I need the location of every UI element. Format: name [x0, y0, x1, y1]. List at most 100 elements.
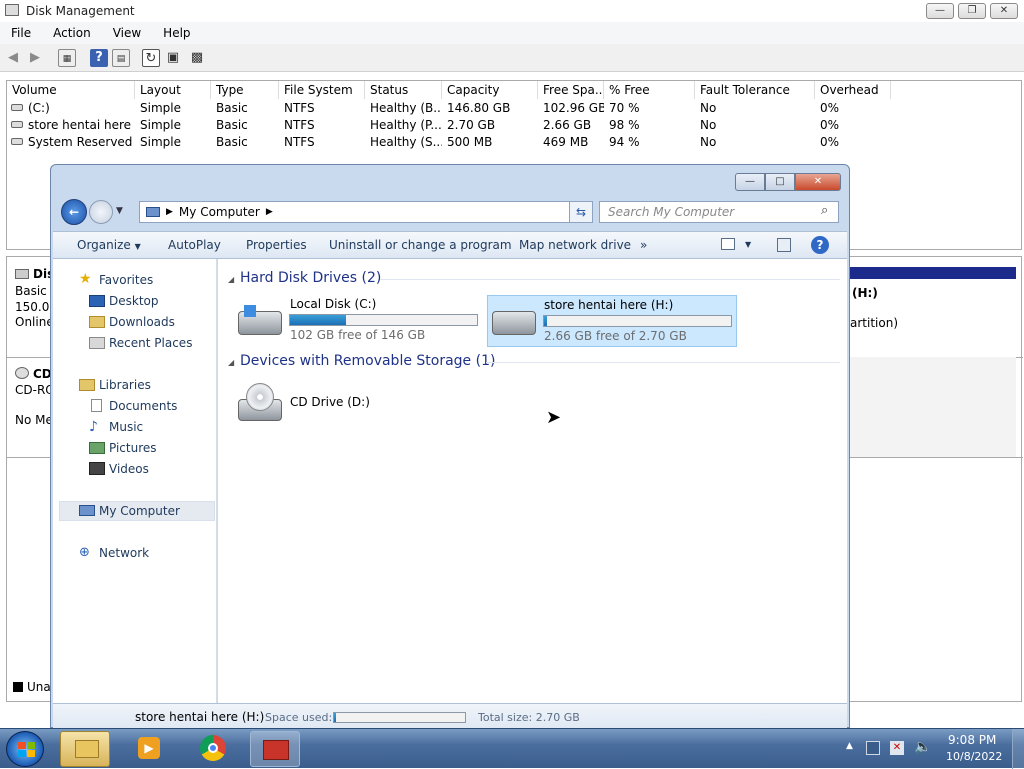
column-header-layout[interactable]: Layout — [135, 81, 211, 99]
breadcrumb-my-computer[interactable]: My Computer — [179, 205, 260, 219]
disk0-status: Online — [15, 315, 54, 329]
column-header-capacity[interactable]: Capacity — [442, 81, 538, 99]
properties-button[interactable]: Properties — [246, 238, 307, 252]
help-icon[interactable]: ? — [811, 236, 829, 254]
network-tray-icon[interactable] — [866, 741, 880, 755]
windows-logo-icon — [244, 305, 256, 317]
view-dropdown-icon[interactable]: ▼ — [745, 240, 751, 249]
documents-icon — [91, 399, 102, 412]
show-hidden-icons[interactable]: ▲ — [846, 741, 853, 751]
nav-music[interactable]: ♪ Music — [89, 417, 143, 437]
chevron-down-icon: ▼ — [134, 242, 141, 251]
column-header-overhead[interactable]: Overhead — [815, 81, 891, 99]
breadcrumb-arrow-icon[interactable]: ▶ — [266, 207, 273, 217]
drive-usage-bar — [289, 314, 478, 326]
nav-recent-places[interactable]: Recent Places — [89, 333, 192, 353]
column-header-type[interactable]: Type — [211, 81, 279, 99]
nav-videos[interactable]: Videos — [89, 459, 149, 479]
column-header-volume[interactable]: Volume — [7, 81, 135, 99]
nav-label: Documents — [109, 399, 178, 413]
cell-volume: (C:) — [28, 101, 50, 115]
properties-icon[interactable]: ▤ — [112, 49, 130, 67]
close-button[interactable]: ✕ — [990, 3, 1018, 19]
drive-item-h[interactable]: store hentai here (H:) 2.66 GB free of 2… — [487, 295, 737, 347]
rescan-icon[interactable]: ▣ — [164, 49, 182, 67]
downloads-folder-icon — [89, 316, 105, 328]
cell-percent-free: 94 % — [609, 135, 640, 149]
nav-documents[interactable]: Documents — [89, 396, 177, 416]
taskbar-explorer[interactable] — [60, 731, 110, 767]
uninstall-program-button[interactable]: Uninstall or change a program — [329, 238, 512, 252]
organize-button[interactable]: Organize ▼ — [77, 238, 141, 252]
cell-free-space: 102.96 GB — [543, 101, 604, 115]
content-pane: ◢ Hard Disk Drives (2) Local Disk (C:) 1… — [218, 259, 847, 703]
volume-icon — [11, 138, 23, 145]
breadcrumb-arrow-icon[interactable]: ▶ — [166, 207, 173, 217]
address-bar[interactable]: ▶ My Computer ▶ ▼ — [139, 201, 589, 223]
view-icon[interactable] — [721, 238, 735, 250]
tray-time[interactable]: 9:08 PM — [948, 733, 996, 747]
column-header-status[interactable]: Status — [365, 81, 442, 99]
collapse-icon[interactable]: ◢ — [228, 358, 234, 367]
search-icon[interactable]: ⌕ — [821, 203, 828, 218]
map-network-drive-button[interactable]: Map network drive — [519, 238, 631, 252]
taskbar-media-player[interactable]: ▶ — [124, 731, 174, 767]
group-header-hdd[interactable]: Hard Disk Drives (2) — [240, 270, 381, 286]
nav-libraries[interactable]: Libraries — [79, 375, 151, 395]
taskbar-chrome[interactable] — [188, 731, 238, 767]
column-header-filesystem[interactable]: File System — [279, 81, 365, 99]
menu-help[interactable]: Help — [152, 26, 201, 40]
volume-icon[interactable]: 🔈 — [914, 739, 931, 755]
forward-icon[interactable]: ▶ — [26, 49, 44, 67]
collapse-icon[interactable]: ◢ — [228, 275, 234, 284]
column-header-free-space[interactable]: Free Spa... — [538, 81, 604, 99]
history-dropdown-icon[interactable]: ▼ — [116, 206, 123, 216]
more-commands-button[interactable]: » — [640, 238, 647, 252]
nav-my-computer[interactable]: My Computer — [79, 501, 180, 521]
nav-pictures[interactable]: Pictures — [89, 438, 157, 458]
autoplay-button[interactable]: AutoPlay — [168, 238, 221, 252]
show-desktop-button[interactable] — [1012, 729, 1024, 769]
mouse-cursor-icon: ➤ — [546, 407, 562, 428]
action-center-icon[interactable]: ✕ — [890, 741, 904, 755]
settings-icon[interactable]: ▩ — [188, 49, 206, 67]
cell-volume: System Reserved — [28, 135, 133, 149]
back-icon[interactable]: ◀ — [4, 49, 22, 67]
partition-volume-label[interactable]: (H:) — [852, 286, 878, 300]
refresh-icon[interactable]: ↻ — [142, 49, 160, 67]
refresh-icon[interactable]: ⇆ — [569, 201, 593, 223]
cell-percent-free: 98 % — [609, 118, 640, 132]
cell-layout: Simple — [140, 135, 181, 149]
nav-favorites[interactable]: ★ Favorites — [79, 270, 153, 290]
start-button[interactable] — [6, 731, 44, 767]
menu-action[interactable]: Action — [42, 26, 102, 40]
tray-date[interactable]: 10/8/2022 — [946, 750, 1002, 763]
column-header-percent-free[interactable]: % Free — [604, 81, 695, 99]
drive-usage-bar — [543, 315, 732, 327]
drive-usage-fill — [544, 316, 547, 326]
minimize-button[interactable]: — — [926, 3, 954, 19]
details-pane: store hentai here (H:) Space used: Total… — [53, 703, 847, 729]
cell-type: Basic — [216, 118, 248, 132]
nav-downloads[interactable]: Downloads — [89, 312, 175, 332]
command-bar: Organize ▼ AutoPlay Properties Uninstall… — [53, 231, 847, 259]
taskbar-disk-management[interactable] — [250, 731, 300, 767]
console-tree-icon[interactable]: ▦ — [58, 49, 76, 67]
forward-button[interactable] — [89, 200, 113, 224]
nav-network[interactable]: ⊕ Network — [79, 543, 149, 563]
search-input[interactable]: Search My Computer — [599, 201, 839, 223]
restore-button[interactable]: ❐ — [958, 3, 986, 19]
help-icon[interactable]: ? — [90, 49, 108, 67]
close-button[interactable]: ✕ — [795, 173, 841, 191]
nav-desktop[interactable]: Desktop — [89, 291, 159, 311]
back-button[interactable]: ← — [61, 199, 87, 225]
menu-file[interactable]: File — [0, 26, 42, 40]
maximize-button[interactable]: □ — [765, 173, 795, 191]
column-header-fault-tolerance[interactable]: Fault Tolerance — [695, 81, 815, 99]
minimize-button[interactable]: — — [735, 173, 765, 191]
cell-type: Basic — [216, 135, 248, 149]
windows-logo-icon — [27, 750, 35, 757]
group-header-removable[interactable]: Devices with Removable Storage (1) — [240, 353, 495, 369]
menu-view[interactable]: View — [102, 26, 152, 40]
preview-pane-icon[interactable] — [777, 238, 791, 252]
